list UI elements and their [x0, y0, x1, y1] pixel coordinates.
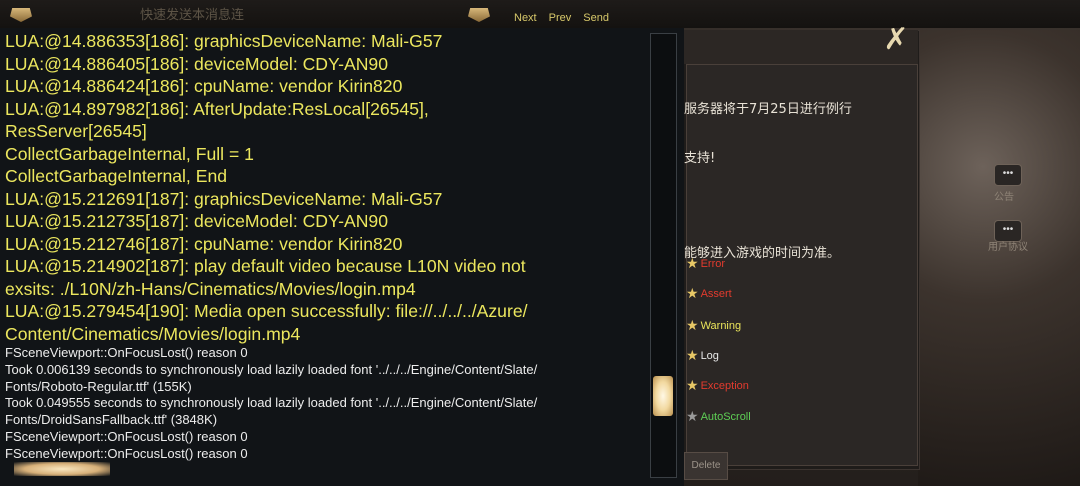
- lua-log-line: LUA:@15.212746[187]: cpuName: vendor Kir…: [5, 233, 403, 254]
- engine-log-line: FSceneViewport::OnFocusLost() reason 0: [5, 428, 248, 444]
- log-output: LUA:@14.886353[186]: graphicsDeviceName:…: [5, 30, 645, 463]
- star-icon: ★: [686, 348, 699, 364]
- announcement-label: 公告: [994, 192, 1014, 203]
- filter-label: Error: [700, 258, 726, 270]
- filter-warning[interactable]: ★ Warning: [686, 318, 741, 334]
- lua-log-line: LUA:@14.886424[186]: cpuName: vendor Kir…: [5, 76, 403, 96]
- engine-log-line: FSceneViewport::OnFocusLost() reason 0: [5, 445, 248, 461]
- notice-line: 支持!: [684, 151, 716, 166]
- background-scene-art: [918, 30, 1080, 486]
- lua-log-line: Content/Cinematics/Movies/login.mp4: [5, 323, 301, 344]
- lua-log-line: LUA:@15.212691[187]: graphicsDeviceName:…: [5, 188, 443, 209]
- lua-log-line: ResServer[26545]: [5, 121, 147, 141]
- filter-label: Assert: [700, 288, 732, 300]
- filter-label: Warning: [700, 320, 742, 332]
- lua-log-line: CollectGarbageInternal, Full = 1: [5, 143, 254, 164]
- lua-log-line: LUA:@14.897982[186]: AfterUpdate:ResLoca…: [5, 98, 429, 119]
- engine-log-line: Took 0.006139 seconds to synchronously l…: [5, 361, 538, 377]
- delete-button[interactable]: Delete: [684, 452, 728, 480]
- engine-log-line: Fonts/Roboto-Regular.ttf' (155K): [5, 378, 192, 394]
- star-icon: ★: [686, 318, 699, 334]
- filter-log[interactable]: ★ Log: [686, 348, 719, 364]
- close-icon[interactable]: ✗: [880, 24, 912, 56]
- scrollbar-thumb[interactable]: [653, 376, 673, 416]
- filter-label: Exception: [700, 380, 749, 392]
- lua-log-line: LUA:@14.886405[186]: deviceModel: CDY-AN…: [5, 53, 388, 74]
- announcement-icon[interactable]: •••: [994, 164, 1022, 186]
- lua-log-line: CollectGarbageInternal, End: [5, 166, 228, 186]
- star-icon: ★: [686, 286, 699, 302]
- star-icon: ★: [686, 378, 699, 394]
- user-agreement-label: 用户协议: [988, 242, 1028, 253]
- console-nav: Next Prev Send: [514, 12, 609, 24]
- engine-log-line: Took 0.049555 seconds to synchronously l…: [5, 395, 538, 411]
- filter-label: Log: [700, 350, 719, 362]
- lua-log-line: exsits: ./L10N/zh-Hans/Cinematics/Movies…: [5, 278, 416, 299]
- lua-log-line: LUA:@15.279454[190]: Media open successf…: [5, 301, 528, 321]
- notice-line: 服务器将于7月25日进行例行: [684, 102, 852, 117]
- lua-log-line: LUA:@15.212735[187]: deviceModel: CDY-AN…: [5, 211, 388, 231]
- engine-log-line: FSceneViewport::OnFocusLost() reason 0: [5, 345, 248, 360]
- lua-log-line: LUA:@15.214902[187]: play default video …: [5, 256, 526, 276]
- star-icon: ★: [686, 409, 699, 425]
- next-button[interactable]: Next: [514, 12, 537, 24]
- top-bar-text: 快速发送本消息连: [140, 8, 245, 23]
- lua-log-line: LUA:@14.886353[186]: graphicsDeviceName:…: [5, 31, 443, 51]
- filter-error[interactable]: ★ Error: [686, 256, 725, 272]
- filter-assert[interactable]: ★ Assert: [686, 286, 732, 302]
- prev-button[interactable]: Prev: [549, 12, 572, 24]
- filter-autoscroll[interactable]: ★ AutoScroll: [686, 409, 751, 425]
- send-button[interactable]: Send: [583, 12, 609, 24]
- filter-label: AutoScroll: [700, 411, 751, 423]
- star-icon: ★: [686, 256, 699, 272]
- engine-log-line: Fonts/DroidSansFallback.ttf' (3848K): [5, 412, 218, 428]
- filter-exception[interactable]: ★ Exception: [686, 378, 749, 394]
- horizontal-scroll-handle[interactable]: [14, 462, 110, 476]
